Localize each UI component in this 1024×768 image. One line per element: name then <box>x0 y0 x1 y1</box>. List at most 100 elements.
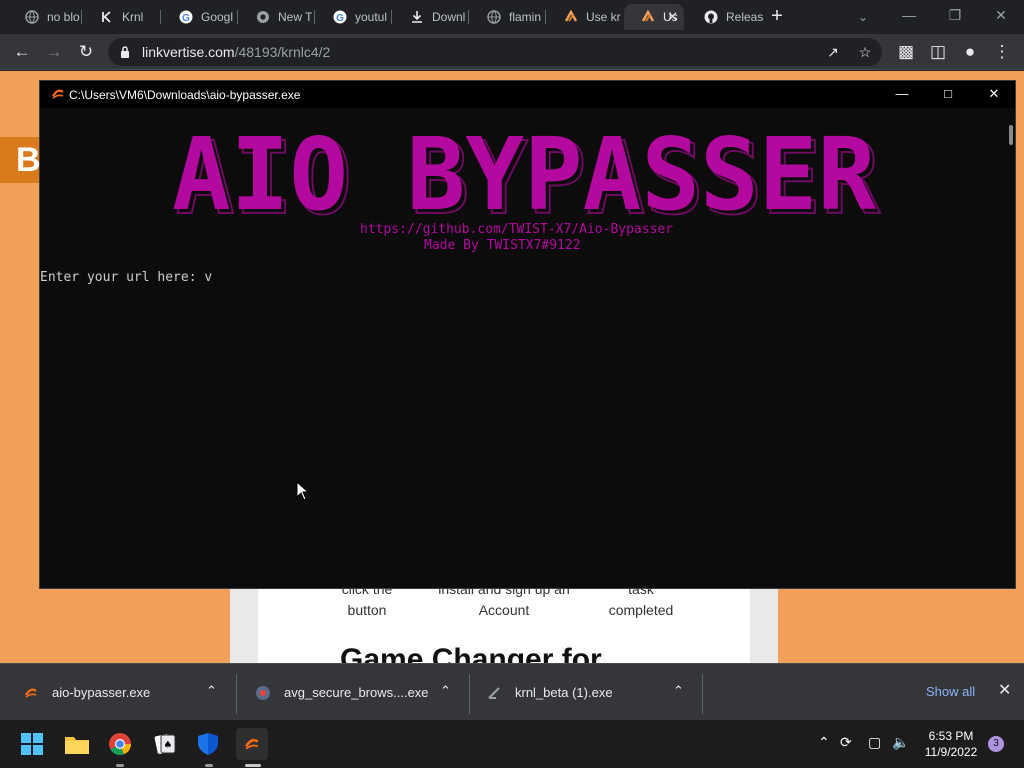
tab-label: Downl <box>432 10 466 24</box>
forward-button[interactable]: → <box>40 38 68 66</box>
download-icon <box>409 9 425 25</box>
back-button[interactable]: ← <box>8 38 36 66</box>
taskbar: ♠ ⌃ ⟳ ▢ 🔈 6:53 PM 11/9/2022 <box>0 720 1024 768</box>
tab-label: Googl <box>201 10 234 24</box>
tab-7[interactable]: flamin <box>470 4 544 30</box>
tab-separator <box>468 10 469 24</box>
krnl-icon <box>99 9 115 25</box>
chrome-icon <box>255 9 271 25</box>
url-prompt[interactable]: Enter your url here: v <box>40 270 212 285</box>
tab-label: Releas <box>726 10 763 24</box>
svg-text:G: G <box>182 13 190 24</box>
extensions-icon[interactable]: ▩ <box>892 38 920 66</box>
tab-separator <box>81 10 82 24</box>
ascii-title-text: AIO BYPASSER <box>172 121 877 221</box>
sync-icon[interactable]: ⟳ <box>840 734 852 751</box>
tab-label: youtul <box>355 10 388 24</box>
volume-icon[interactable]: 🔈 <box>892 734 909 751</box>
google-icon: G <box>332 9 348 25</box>
github-link: https://github.com/TWIST-X7/Aio-Bypasser <box>360 222 674 237</box>
console-minimize-button[interactable]: — <box>879 81 925 108</box>
download-filename: aio-bypasser.exe <box>52 685 151 700</box>
windows-start-icon[interactable] <box>16 728 48 760</box>
console-close-button[interactable]: ✕ <box>971 81 1017 108</box>
globe-icon <box>24 9 40 25</box>
share-icon[interactable]: ↗ <box>824 43 842 61</box>
google-icon: G <box>178 9 194 25</box>
download-filename: krnl_beta (1).exe <box>515 685 613 700</box>
console-scrollbar[interactable] <box>1009 125 1013 145</box>
tab-label: Krnl <box>122 10 144 24</box>
svg-text:G: G <box>336 13 344 24</box>
tab-2[interactable]: Krnl <box>83 4 159 30</box>
tab-separator <box>160 10 161 24</box>
close-tab-icon[interactable]: ✕ <box>667 9 678 25</box>
running-indicator <box>116 764 124 767</box>
download-filename: avg_secure_brows....exe <box>284 685 429 700</box>
svg-text:♠: ♠ <box>164 740 173 751</box>
close-downloads-bar-button[interactable]: ✕ <box>998 680 1011 700</box>
aio-bypasser-taskbar-icon[interactable] <box>236 728 268 760</box>
bookmark-star-icon[interactable]: ☆ <box>856 43 874 61</box>
windows-security-icon[interactable] <box>192 728 224 760</box>
new-tab-button[interactable]: + <box>766 6 788 28</box>
tab-5[interactable]: Gyoutul <box>316 4 390 30</box>
linkvertise-icon <box>563 9 579 25</box>
tab-9[interactable]: Us ✕ <box>624 4 684 30</box>
tab-6[interactable]: Downl <box>393 4 467 30</box>
desktop: no blo Krnl G Googl New T Gyoutul Downl flamin U… <box>0 0 1024 768</box>
tab-4[interactable]: New T <box>239 4 313 30</box>
console-titlebar[interactable]: C:\Users\VM6\Downloads\aio-bypasser.exe … <box>40 81 1015 108</box>
close-browser-button[interactable]: ✕ <box>978 0 1024 32</box>
tab-8[interactable]: Use kr <box>547 4 621 30</box>
profile-icon[interactable]: ● <box>956 38 984 66</box>
chevron-up-icon[interactable]: ⌃ <box>818 734 830 751</box>
url-domain: linkvertise.com <box>142 44 235 60</box>
active-indicator <box>245 764 261 767</box>
tab-separator <box>237 10 238 24</box>
tab-label: New T <box>278 10 313 24</box>
avg-icon <box>254 684 272 702</box>
file-explorer-icon[interactable] <box>61 728 93 760</box>
browser-tab-strip: no blo Krnl G Googl New T Gyoutul Downl flamin U… <box>0 0 1024 34</box>
clock-date: 11/9/2022 <box>924 745 978 759</box>
tab-1[interactable]: no blo <box>8 4 80 30</box>
menu-kebab-icon[interactable]: ⋮ <box>988 38 1016 66</box>
console-maximize-button[interactable]: □ <box>925 81 971 108</box>
tab-search-button[interactable]: ⌄ <box>852 6 874 28</box>
url-text: linkvertise.com/48193/krnlc4/2 <box>142 44 330 60</box>
globe-icon <box>486 9 502 25</box>
tab-3[interactable]: G Googl <box>162 4 236 30</box>
url-path: /48193/krnlc4/2 <box>234 44 331 60</box>
system-clock[interactable]: 6:53 PM 11/9/2022 <box>918 728 984 760</box>
minimize-button[interactable]: — <box>886 0 932 32</box>
aio-bypasser-icon <box>22 684 40 702</box>
notification-badge[interactable]: 3 <box>988 736 1004 752</box>
address-bar[interactable]: linkvertise.com/48193/krnlc4/2 ↗ ☆ <box>108 38 882 66</box>
page-banner: B <box>0 137 40 183</box>
chevron-up-icon[interactable]: ⌃ <box>206 683 217 699</box>
network-icon[interactable]: ▢ <box>868 734 881 751</box>
chevron-up-icon[interactable]: ⌃ <box>673 683 684 699</box>
chrome-icon[interactable] <box>104 728 136 760</box>
aio-bypasser-icon <box>52 89 64 99</box>
download-item-krnl[interactable]: krnl_beta (1).exe ⌃ <box>485 664 695 721</box>
restore-button[interactable]: ❐ <box>932 0 978 32</box>
side-panel-icon[interactable]: ◫ <box>924 38 952 66</box>
download-item-avg[interactable]: avg_secure_brows....exe ⌃ <box>254 664 464 721</box>
tab-label: no blo <box>47 10 80 24</box>
lock-icon <box>121 46 129 58</box>
solitaire-icon[interactable]: ♠ <box>149 728 181 760</box>
divider <box>236 674 237 714</box>
download-item-aio-bypasser[interactable]: aio-bypasser.exe ⌃ <box>22 664 232 721</box>
show-all-downloads-link[interactable]: Show all <box>926 684 975 699</box>
tab-separator <box>545 10 546 24</box>
chevron-up-icon[interactable]: ⌃ <box>440 683 451 699</box>
clock-time: 6:53 PM <box>928 729 974 743</box>
tab-10[interactable]: Releas <box>687 4 763 30</box>
tab-separator <box>314 10 315 24</box>
reload-button[interactable]: ↻ <box>72 38 100 66</box>
linkvertise-icon <box>640 9 656 25</box>
page-heading: Game Changer for <box>340 643 602 663</box>
console-window[interactable]: C:\Users\VM6\Downloads\aio-bypasser.exe … <box>39 80 1016 589</box>
